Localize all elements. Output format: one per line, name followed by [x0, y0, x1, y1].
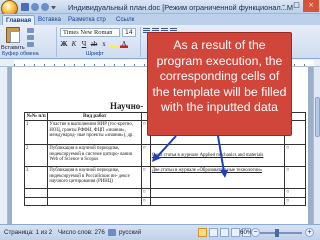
- close-icon[interactable]: ×: [303, 0, 319, 12]
- italic-button[interactable]: К: [70, 40, 78, 48]
- header-number: №№ п/п: [23, 111, 49, 122]
- redo-icon[interactable]: [41, 3, 49, 11]
- tab-home[interactable]: Главная: [2, 15, 36, 25]
- font-size-select[interactable]: 14: [122, 28, 136, 37]
- zoom-slider[interactable]: [260, 232, 302, 234]
- window-controls: – □ ×: [277, 0, 319, 12]
- paragraph-mark: ¤: [141, 166, 151, 190]
- maximize-icon[interactable]: □: [290, 0, 303, 12]
- save-icon[interactable]: [21, 3, 29, 11]
- highlight-color-icon[interactable]: [110, 40, 118, 48]
- row-description[interactable]: Публикация в научной периодике, индексир…: [47, 166, 143, 190]
- customize-toolbar-icon[interactable]: [51, 6, 56, 9]
- row-filled-cell[interactable]: Одна статья в журнале Applied mechanics …: [149, 144, 286, 168]
- row-description[interactable]: Публикация в научной периодике, индексир…: [47, 144, 143, 168]
- zoom-slider-thumb[interactable]: [275, 229, 279, 237]
- row-filled-cell[interactable]: [149, 196, 286, 207]
- font-name-select[interactable]: Times New Roman: [60, 28, 120, 37]
- tab-references[interactable]: Ссылк: [116, 15, 134, 25]
- group-separator: [140, 27, 141, 57]
- paragraph-mark: ¤: [141, 144, 151, 168]
- scrollbar-thumb[interactable]: [315, 97, 320, 137]
- spelling-icon[interactable]: [108, 229, 116, 236]
- outline-icon[interactable]: [231, 228, 240, 237]
- row-description[interactable]: [47, 196, 143, 207]
- underline-button[interactable]: Ч: [80, 40, 88, 48]
- font-color-button[interactable]: A: [120, 40, 128, 48]
- row-number: [23, 188, 49, 198]
- page-count[interactable]: Страница: 1 из 2: [4, 229, 52, 236]
- paragraph-mark: ¤: [284, 196, 306, 207]
- word-window: Индивидуальный план.doc [Режим ограничен…: [0, 0, 320, 240]
- group-clipboard-label: Буфер обмена: [2, 51, 39, 57]
- zoom-in-icon[interactable]: +: [305, 228, 314, 237]
- subscript-button[interactable]: x: [100, 40, 108, 48]
- quick-access-toolbar: [21, 3, 56, 11]
- row-number: 3: [23, 166, 49, 190]
- paragraph-mark: ¤: [141, 188, 151, 198]
- section-heading: Научно-: [110, 101, 144, 111]
- row-number: 2: [23, 144, 49, 168]
- clipboard-tools: [27, 28, 34, 47]
- undo-icon[interactable]: [31, 3, 39, 11]
- group-separator: [56, 27, 57, 57]
- row-description[interactable]: Участие в выполнении НИР (гос-кретно, НО…: [47, 120, 143, 146]
- group-font-label: Шрифт: [86, 51, 104, 57]
- cut-icon[interactable]: [27, 28, 34, 33]
- callout-box: As a result of the program execution, th…: [147, 32, 292, 136]
- paragraph-mark: ¤: [284, 188, 306, 198]
- copy-icon[interactable]: [27, 35, 34, 40]
- table-row: 3 Публикация в научной периодике, индекс…: [23, 166, 306, 190]
- vertical-scrollbar[interactable]: [313, 67, 320, 224]
- table-row: 2 Публикация в научной периодике, индекс…: [23, 144, 306, 168]
- table-row: ¤ ¤: [23, 188, 306, 198]
- bold-button[interactable]: Ж: [60, 40, 68, 48]
- row-number: [23, 196, 49, 207]
- print-layout-icon[interactable]: [198, 228, 207, 237]
- zoom-out-icon[interactable]: −: [251, 228, 260, 237]
- web-layout-icon[interactable]: [220, 228, 229, 237]
- row-description[interactable]: [47, 188, 143, 198]
- format-painter-icon[interactable]: [27, 42, 34, 47]
- strikethrough-button[interactable]: ab: [90, 40, 98, 48]
- vertical-ruler[interactable]: [0, 67, 8, 224]
- full-screen-reading-icon[interactable]: [209, 228, 218, 237]
- row-filled-cell[interactable]: Две статьи в журнале «Образовательные те…: [149, 166, 286, 190]
- header-work-type: Вид работ: [47, 111, 143, 122]
- status-bar: Страница: 1 из 2 Число слов: 276 русский…: [0, 224, 320, 240]
- paragraph-mark: ¤: [141, 196, 151, 207]
- ribbon-tabs: Главная Вставка Разметка стр Ссылк: [0, 14, 320, 25]
- paragraph-mark: ¤: [284, 166, 306, 190]
- window-title: Индивидуальный план.doc [Режим ограничен…: [68, 3, 294, 12]
- row-filled-cell[interactable]: [149, 188, 286, 198]
- table-row: ¤ ¤: [23, 196, 306, 207]
- format-buttons: Ж К Ч ab x A: [60, 40, 128, 48]
- paragraph-mark: ¤: [284, 144, 306, 168]
- language-indicator[interactable]: русский: [119, 229, 141, 236]
- tab-page-layout[interactable]: Разметка стр: [68, 15, 106, 25]
- row-number: 1: [23, 120, 49, 146]
- tab-insert[interactable]: Вставка: [38, 15, 61, 25]
- paste-icon[interactable]: [3, 27, 23, 45]
- minimize-icon[interactable]: –: [277, 0, 290, 12]
- word-count[interactable]: Число слов: 276: [58, 229, 105, 236]
- title-bar: Индивидуальный план.doc [Режим ограничен…: [0, 0, 320, 17]
